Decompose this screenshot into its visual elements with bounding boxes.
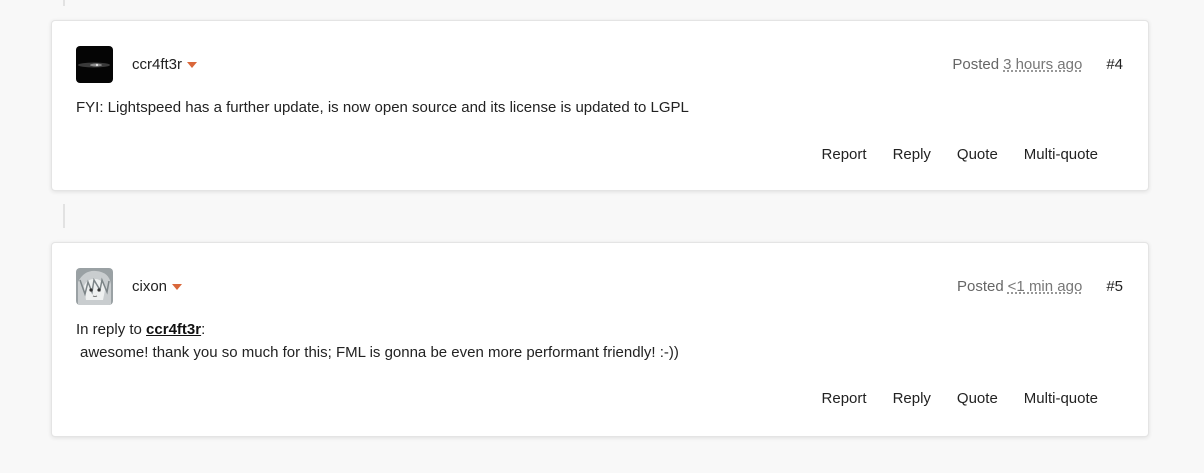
- avatar[interactable]: [76, 46, 113, 83]
- multi-quote-button[interactable]: Multi-quote: [1024, 146, 1098, 163]
- caret-down-icon[interactable]: [187, 61, 198, 68]
- reply-button[interactable]: Reply: [893, 390, 931, 407]
- post-body: In reply to ccr4ft3r: awesome! thank you…: [76, 318, 679, 364]
- post-text: FYI: Lightspeed has a further update, is…: [76, 99, 689, 116]
- author-name[interactable]: cixon: [132, 278, 183, 295]
- report-button[interactable]: Report: [822, 390, 867, 407]
- posted-time-link[interactable]: <1 min ago: [1008, 278, 1083, 295]
- post-actions: Report Reply Quote Multi-quote: [822, 146, 1098, 163]
- post-body: FYI: Lightspeed has a further update, is…: [76, 96, 689, 119]
- thread-connector-line: [63, 0, 65, 6]
- post-number-link[interactable]: #5: [1106, 278, 1123, 295]
- post-actions: Report Reply Quote Multi-quote: [822, 390, 1098, 407]
- post-meta: Posted <1 min ago #5: [957, 278, 1123, 295]
- quote-button[interactable]: Quote: [957, 390, 998, 407]
- reply-suffix: :: [201, 321, 206, 338]
- posted-label: Posted: [952, 56, 1000, 73]
- reply-prefix: In reply to: [76, 321, 147, 338]
- reply-user-link[interactable]: ccr4ft3r: [146, 321, 201, 338]
- author-label: cixon: [132, 278, 168, 295]
- posted-time-link[interactable]: 3 hours ago: [1003, 56, 1082, 73]
- post-card: ccr4ft3r Posted 3 hours ago #4 FYI: Ligh…: [51, 20, 1149, 191]
- multi-quote-button[interactable]: Multi-quote: [1024, 390, 1098, 407]
- reply-reference: In reply to ccr4ft3r:: [76, 318, 679, 341]
- reply-button[interactable]: Reply: [893, 146, 931, 163]
- author-label: ccr4ft3r: [132, 56, 183, 73]
- post-number-link[interactable]: #4: [1106, 56, 1123, 73]
- post-card: cixon Posted <1 min ago #5 In reply to c…: [51, 242, 1149, 437]
- report-button[interactable]: Report: [822, 146, 867, 163]
- post-text: awesome! thank you so much for this; FML…: [80, 344, 679, 361]
- post-meta: Posted 3 hours ago #4: [952, 56, 1123, 73]
- thread-connector-line: [63, 204, 65, 228]
- avatar[interactable]: [76, 268, 113, 305]
- author-name[interactable]: ccr4ft3r: [132, 56, 198, 73]
- caret-down-icon[interactable]: [172, 283, 183, 290]
- posted-label: Posted: [956, 278, 1004, 295]
- quote-button[interactable]: Quote: [957, 146, 998, 163]
